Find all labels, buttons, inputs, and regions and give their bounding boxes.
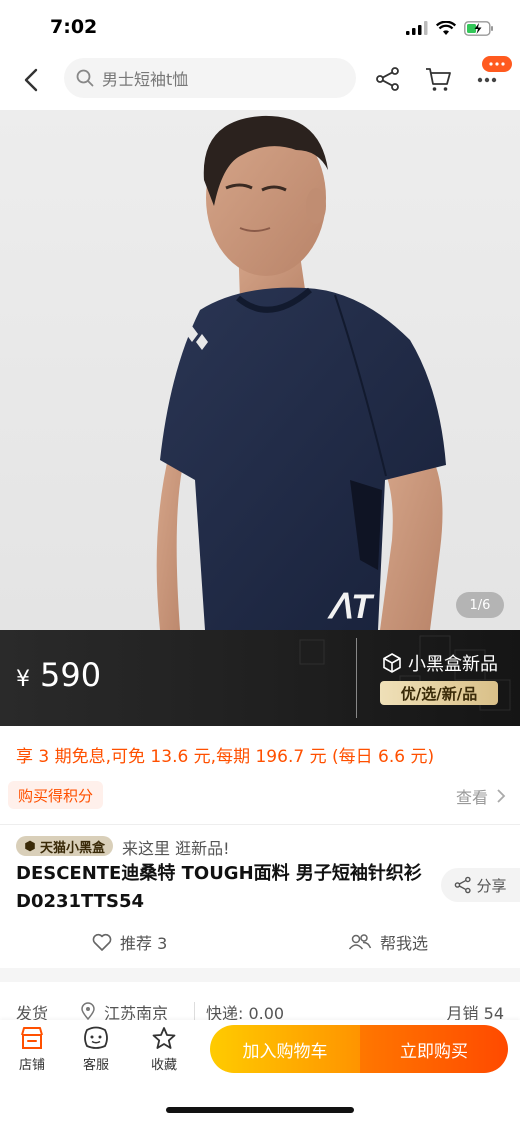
help-choose-label: 帮我选 <box>380 934 429 953</box>
wifi-icon <box>436 20 456 35</box>
installment-info[interactable]: 享 3 期免息,可免 13.6 元,每期 196.7 元 (每日 6.6 元) <box>16 742 434 767</box>
search-bar[interactable]: 男士短袖t恤 <box>64 58 356 98</box>
share-icon <box>376 67 399 91</box>
status-icons <box>406 18 494 38</box>
section-gap <box>0 968 520 982</box>
image-counter: 1/6 <box>456 592 504 618</box>
svg-text:ᐱT: ᐱT <box>327 588 375 626</box>
tmall-blackbox-badge: 天猫小黑盒 <box>16 836 114 856</box>
service-label: 客服 <box>82 1058 109 1073</box>
search-icon <box>76 69 94 87</box>
recommend-button[interactable]: 推荐 3 <box>92 930 167 954</box>
more-icon <box>477 56 512 83</box>
share-product-button[interactable]: 分享 <box>441 868 520 902</box>
slogan-badge: 优/选/新/品 <box>380 681 498 705</box>
more-button[interactable] <box>472 52 512 90</box>
home-indicator[interactable] <box>166 1107 354 1113</box>
price-value: 590 <box>40 656 102 694</box>
signal-icon <box>406 21 428 35</box>
view-more-link[interactable]: 查看 <box>456 784 506 808</box>
cube-icon <box>383 653 401 673</box>
share-button[interactable] <box>373 64 403 94</box>
heart-icon <box>92 933 112 951</box>
share-icon <box>455 876 472 894</box>
cart-icon <box>426 68 451 91</box>
recommend-label: 推荐 3 <box>120 934 168 953</box>
store-label: 店铺 <box>18 1058 45 1073</box>
points-tag[interactable]: 购买得积分 <box>8 781 104 809</box>
currency-symbol: ¥ <box>16 667 30 692</box>
promo-text: 来这里 逛新品! <box>122 839 230 858</box>
product-title: DESCENTE迪桑特 TOUGH面料 男子短袖针织衫 D0231TTS54 <box>16 863 422 912</box>
price-divider <box>356 638 357 718</box>
favorite-button[interactable]: 收藏 <box>138 1026 190 1076</box>
product-photo: ᐱT <box>156 115 446 630</box>
favorite-label: 收藏 <box>150 1058 177 1073</box>
buy-now-button[interactable]: 立即购买 <box>360 1025 508 1073</box>
help-choose-button[interactable]: 帮我选 <box>348 930 428 954</box>
back-button[interactable] <box>18 66 46 94</box>
price: ¥ 590 <box>16 656 101 694</box>
cube-icon <box>25 840 35 852</box>
tmall-badge-label: 天猫小黑盒 <box>40 840 106 856</box>
users-icon <box>348 934 372 950</box>
shipping-divider <box>194 1002 195 1020</box>
customer-service-button[interactable]: 客服 <box>70 1026 122 1076</box>
cart-button[interactable] <box>423 64 453 94</box>
divider <box>0 824 520 825</box>
blackbox-text: 小黑盒新品 <box>408 654 498 675</box>
share-label: 分享 <box>476 876 507 895</box>
service-face-icon <box>84 1026 108 1049</box>
store-icon <box>21 1027 43 1049</box>
back-icon <box>24 68 38 92</box>
star-icon <box>152 1027 176 1049</box>
product-image[interactable]: ᐱT <box>0 110 520 630</box>
status-time: 7:02 <box>50 16 98 38</box>
search-input: 男士短袖t恤 <box>102 70 189 89</box>
view-more-label: 查看 <box>455 788 488 807</box>
blackbox-label[interactable]: 小黑盒新品 <box>382 650 498 676</box>
chevron-right-icon <box>497 789 506 803</box>
store-button[interactable]: 店铺 <box>6 1026 58 1076</box>
shipping-row[interactable]: 发货 江苏南京 快递: 0.00 月销 54 <box>0 996 520 1023</box>
battery-charging-icon <box>464 20 493 36</box>
add-to-cart-button[interactable]: 加入购物车 <box>210 1025 360 1073</box>
